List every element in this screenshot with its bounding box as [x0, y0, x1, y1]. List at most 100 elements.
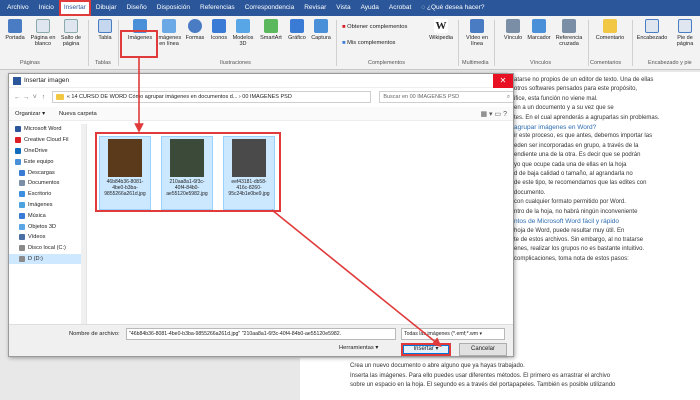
ribbon-insert-panel: Portada Página en blanco Salto de página…	[0, 16, 700, 70]
my-addins-button[interactable]: ■ Mis complementos	[342, 40, 395, 46]
tell-me-search[interactable]: ◌ ¿Qué desea hacer?	[416, 0, 489, 16]
group-label-links: Vínculos	[530, 60, 552, 66]
nav-item[interactable]: Imágenes	[9, 200, 86, 211]
doc-line: yo que ocupe cada una de ellas en la hoj…	[514, 161, 627, 168]
cross-reference-button[interactable]: Referencia cruzada	[554, 19, 584, 47]
group-label-header-footer: Encabezado y pie	[648, 60, 692, 66]
nav-item[interactable]: Música	[9, 210, 86, 221]
blank-page-button[interactable]: Página en blanco	[30, 19, 56, 47]
new-folder-button[interactable]: Nueva carpeta	[59, 111, 97, 117]
nav-item[interactable]: Creative Cloud Fil	[9, 135, 86, 146]
nav-scrollbar[interactable]	[81, 124, 86, 324]
doc-line: de este tipo, te recomendamos que las ed…	[514, 180, 647, 187]
back-arrow-icon[interactable]: ←	[13, 94, 22, 101]
tab-dibujar[interactable]: Dibujar	[91, 0, 122, 16]
insert-button[interactable]: Insertar ▾	[401, 343, 451, 356]
online-images-button[interactable]: Imágenes en línea	[156, 19, 182, 47]
recent-chevron-icon[interactable]: ˅	[30, 94, 39, 101]
online-video-button[interactable]: Vídeo en línea	[464, 19, 490, 47]
video-icon	[470, 19, 484, 33]
music-icon	[19, 212, 25, 219]
dialog-title-bar[interactable]: Insertar imagen	[9, 74, 513, 88]
search-input[interactable]: Buscar en 00 IMAGENES PSD ⌕	[379, 91, 513, 103]
separator	[588, 20, 589, 66]
nav-item[interactable]: Disco local (C:)	[9, 243, 86, 254]
page-break-button[interactable]: Salto de página	[58, 19, 84, 47]
doc-line: Crea un nuevo documento o abre alguno qu…	[350, 363, 525, 369]
get-addins-button[interactable]: ■ Obtener complementos	[342, 24, 407, 30]
group-label-pages: Páginas	[20, 60, 40, 66]
nav-item[interactable]: Este equipo	[9, 156, 86, 167]
dialog-footer: Nombre de archivo: "46b84b36-8081-4be0-b…	[9, 324, 513, 356]
separator	[88, 20, 89, 66]
filename-input[interactable]: "46b84b36-8081-4be0-b3ba-9855266a261d.jp…	[126, 328, 396, 340]
nav-item[interactable]: Descargas	[9, 167, 86, 178]
3d-models-button[interactable]: Modelos 3D	[230, 19, 256, 47]
link-button[interactable]: Vínculo	[500, 19, 526, 41]
file-type-select[interactable]: Todas las imágenes (*.emf;*.wm ▾	[401, 328, 505, 340]
nav-item[interactable]: Objetos 3D	[9, 221, 86, 232]
chart-button[interactable]: Gráfico	[284, 19, 310, 41]
header-icon	[645, 19, 659, 33]
chart-icon	[290, 19, 304, 33]
screenshot-button[interactable]: Captura	[308, 19, 334, 41]
address-row: ← → ˅ ↑ « 14 CURSO DE WORD Cómo agrupar …	[9, 89, 513, 105]
shapes-button[interactable]: Formas	[182, 19, 208, 41]
bookmark-button[interactable]: Marcador	[526, 19, 552, 41]
separator	[494, 20, 495, 66]
tab-ayuda[interactable]: Ayuda	[356, 0, 384, 16]
tab-vista[interactable]: Vista	[331, 0, 355, 16]
document-page[interactable]: atarse no propios de un editor de texto.…	[508, 72, 700, 400]
cancel-button[interactable]: Cancelar	[459, 343, 507, 356]
wikipedia-button[interactable]: W Wikipedia	[428, 19, 454, 41]
tab-disposicion[interactable]: Disposición	[152, 0, 195, 16]
up-arrow-icon[interactable]: ↑	[39, 94, 48, 101]
tab-diseno[interactable]: Diseño	[122, 0, 152, 16]
nav-item[interactable]: Documentos	[9, 178, 86, 189]
view-icon[interactable]: ▦ ▾	[480, 111, 492, 118]
tab-acrobat[interactable]: Acrobat	[384, 0, 416, 16]
video-icon	[19, 234, 25, 241]
forward-arrow-icon[interactable]: →	[22, 94, 31, 101]
tab-archivo[interactable]: Archivo	[2, 0, 34, 16]
dialog-toolbar: Organizar ▾ Nueva carpeta	[9, 107, 513, 121]
preview-pane-icon[interactable]: ▭	[495, 111, 502, 118]
nav-item[interactable]: Vídeos	[9, 232, 86, 243]
separator	[632, 20, 633, 66]
address-bar[interactable]: « 14 CURSO DE WORD Cómo agrupar imágenes…	[51, 91, 372, 103]
close-button[interactable]: ✕	[493, 74, 513, 88]
footer-button[interactable]: Pie de página	[670, 19, 700, 47]
separator	[458, 20, 459, 66]
tools-dropdown[interactable]: Herramientas ▾	[339, 345, 378, 351]
wikipedia-icon: W	[434, 19, 448, 33]
shapes-icon	[188, 19, 202, 33]
table-button[interactable]: Tabla	[92, 19, 118, 41]
view-options[interactable]: ▦ ▾ ▭ ?	[480, 110, 507, 118]
doc-line: con cualquier formato permitido por Word…	[514, 199, 626, 206]
comment-button[interactable]: Comentario	[594, 19, 626, 41]
nav-item[interactable]: Escritorio	[9, 189, 86, 200]
document-page-bottom[interactable]: Crea un nuevo documento o abre alguno qu…	[300, 358, 700, 400]
screenshot-icon	[314, 19, 328, 33]
word-window: Archivo Inicio Insertar Dibujar Diseño D…	[0, 0, 700, 400]
icons-button[interactable]: Iconos	[206, 19, 232, 41]
help-icon[interactable]: ?	[503, 111, 507, 118]
nav-item[interactable]: Microsoft Word	[9, 124, 86, 135]
nav-item-selected[interactable]: D (D:)	[9, 253, 86, 265]
tab-revisar[interactable]: Revisar	[299, 0, 331, 16]
tab-insertar[interactable]: Insertar	[58, 0, 91, 16]
icons-icon	[212, 19, 226, 33]
organize-button[interactable]: Organizar ▾	[15, 111, 45, 117]
nav-item[interactable]: OneDrive	[9, 146, 86, 157]
cloud-icon	[15, 137, 21, 144]
drive-icon	[19, 255, 25, 262]
chevron-down-icon[interactable]: ▾	[436, 346, 439, 352]
tab-correspondencia[interactable]: Correspondencia	[240, 0, 300, 16]
portada-button[interactable]: Portada	[2, 19, 28, 41]
doc-line: d de baja calidad o tamaño, al agrandarl…	[514, 171, 633, 178]
smartart-button[interactable]: SmartArt	[258, 19, 284, 41]
header-button[interactable]: Encabezado	[636, 19, 668, 41]
tab-referencias[interactable]: Referencias	[195, 0, 240, 16]
word-icon	[15, 126, 21, 133]
tab-inicio[interactable]: Inicio	[34, 0, 59, 16]
